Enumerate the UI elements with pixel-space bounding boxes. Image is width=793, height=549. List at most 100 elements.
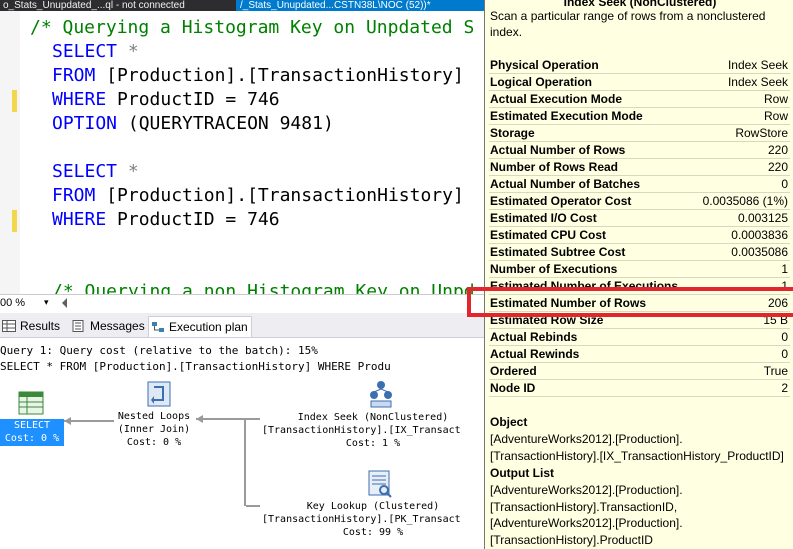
key-lookup-icon[interactable] xyxy=(367,470,393,498)
keyword-from: FROM xyxy=(52,65,96,86)
key-lookup-cost: Cost: 99 % xyxy=(342,527,404,538)
tooltip-property-row: Estimated Subtree Cost 0.0035086 xyxy=(489,244,790,261)
tab-messages[interactable]: Messages xyxy=(70,316,145,337)
code-line: OPTION (QUERYTRACEON 9481) xyxy=(52,112,334,136)
select-operator-icon[interactable] xyxy=(18,391,44,415)
keyword-select: SELECT xyxy=(52,41,118,62)
code-line: FROM [Production].[TransactionHistory] xyxy=(52,64,464,88)
star-operator: * xyxy=(127,161,139,182)
tooltip-object-value: [AdventureWorks2012].[Production].[Trans… xyxy=(490,432,784,463)
property-label: Number of Rows Read xyxy=(490,160,619,174)
output-list-line: [TransactionHistory].TransactionID, xyxy=(490,499,678,514)
tab-execution-plan[interactable]: Execution plan xyxy=(148,316,252,337)
change-marker xyxy=(12,90,17,112)
property-value: 0.0035086 xyxy=(731,245,788,259)
select-operator-label: SELECT xyxy=(13,420,51,431)
query-cost-header: Query 1: Query cost (relative to the bat… xyxy=(0,344,318,357)
nested-loops-operator[interactable]: Nested Loops (Inner Join) Cost: 0 % xyxy=(112,410,196,449)
query-editor[interactable]: /* Querying a Histogram Key on Unpdated … xyxy=(0,11,484,294)
output-list-line: [AdventureWorks2012].[Production]. xyxy=(490,516,683,530)
tooltip-property-row: Node ID 2 xyxy=(489,380,790,397)
property-label: Actual Rebinds xyxy=(490,330,578,344)
tooltip-property-row: Ordered True xyxy=(489,363,790,380)
property-label: Estimated Execution Mode xyxy=(490,109,643,123)
tooltip-property-row: Actual Execution Mode Row xyxy=(489,91,790,108)
plan-arrow xyxy=(196,415,203,423)
tooltip-property-row: Number of Rows Read 220 xyxy=(489,159,790,176)
zoom-dropdown-icon[interactable]: ▾ xyxy=(44,297,49,308)
property-label: Actual Number of Rows xyxy=(490,143,626,157)
keyword-where: WHERE xyxy=(52,89,107,110)
tooltip-property-row: Number of Executions 1 xyxy=(489,261,790,278)
property-value: True xyxy=(763,364,788,378)
where-condition: ProductID = 746 xyxy=(117,89,280,110)
keyword-select: SELECT xyxy=(52,161,118,182)
execution-plan-canvas[interactable]: Query 1: Query cost (relative to the bat… xyxy=(0,339,484,549)
tooltip-property-row: Estimated Operator Cost 0.0035086 (1%) xyxy=(489,193,790,210)
property-value: 1 xyxy=(781,262,788,276)
property-label: Number of Executions xyxy=(490,262,618,276)
nested-loops-name: Nested Loops xyxy=(117,411,191,422)
option-hint: (QUERYTRACEON 9481) xyxy=(127,113,334,134)
property-value: 220 xyxy=(767,160,788,174)
tab-execution-plan-label: Execution plan xyxy=(169,320,248,334)
nested-loops-cost: Cost: 0 % xyxy=(126,437,182,448)
tooltip-property-row: Logical Operation Index Seek xyxy=(489,74,790,91)
property-value: 0 xyxy=(781,330,788,344)
tab-results-label: Results xyxy=(20,319,61,333)
plan-arrow xyxy=(64,417,71,425)
keyword-option: OPTION xyxy=(52,113,118,134)
tooltip-property-row: Estimated Execution Mode Row xyxy=(489,108,790,125)
editor-gutter xyxy=(0,11,20,294)
property-value: 0.0003836 xyxy=(731,228,788,242)
tooltip-property-row: Actual Number of Rows 220 xyxy=(489,142,790,159)
plan-connector xyxy=(196,418,246,420)
property-label: Logical Operation xyxy=(490,75,593,89)
where-condition: ProductID = 746 xyxy=(117,209,280,230)
property-label: Estimated I/O Cost xyxy=(490,211,597,225)
property-value: Row xyxy=(763,92,788,106)
editor-status-bar: 00 % ▾ xyxy=(0,294,484,312)
tooltip-property-row: Actual Rewinds 0 xyxy=(489,346,790,363)
property-label: Actual Number of Batches xyxy=(490,177,641,191)
index-seek-icon[interactable] xyxy=(368,380,394,408)
property-label: Estimated Subtree Cost xyxy=(490,245,626,259)
scroll-left-icon[interactable] xyxy=(62,298,67,308)
plan-connector xyxy=(246,505,260,507)
index-seek-operator[interactable]: Index Seek (NonClustered) [TransactionHi… xyxy=(262,411,484,450)
table-name: [Production].[TransactionHistory] xyxy=(106,65,464,86)
execution-plan-icon xyxy=(152,322,164,332)
property-value: 0 xyxy=(781,177,788,191)
key-lookup-object: [TransactionHistory].[PK_Transact xyxy=(262,514,461,525)
select-operator[interactable]: SELECT Cost: 0 % xyxy=(0,419,64,446)
code-comment-line: /* Querying a non Histogram Key on Unpd xyxy=(52,281,475,294)
nested-loops-icon[interactable] xyxy=(147,381,171,407)
keyword-from: FROM xyxy=(52,185,96,206)
property-label: Estimated Operator Cost xyxy=(490,194,632,208)
document-tab-not-connected[interactable]: o_Stats_Unupdated_...ql - not connected xyxy=(0,0,234,11)
tab-results[interactable]: Results xyxy=(0,316,62,337)
property-label: Estimated CPU Cost xyxy=(490,228,607,242)
key-lookup-operator[interactable]: Key Lookup (Clustered) [TransactionHisto… xyxy=(262,500,484,539)
tooltip-property-row: Actual Number of Batches 0 xyxy=(489,176,790,193)
property-value: 2 xyxy=(781,381,788,395)
tooltip-property-row: Physical Operation Index Seek xyxy=(489,57,790,74)
estimated-rows-highlight xyxy=(467,287,793,317)
property-label: Physical Operation xyxy=(490,58,599,72)
select-operator-cost: Cost: 0 % xyxy=(4,433,60,444)
zoom-level[interactable]: 00 % xyxy=(0,297,25,309)
code-line: WHERE ProductID = 746 xyxy=(52,208,280,232)
grid-icon xyxy=(2,320,16,332)
property-value: 0 xyxy=(781,347,788,361)
property-value: 0.0035086 (1%) xyxy=(702,194,788,208)
code-line: FROM [Production].[TransactionHistory] xyxy=(52,184,464,208)
star-operator: * xyxy=(127,41,139,62)
tooltip-property-row: Estimated I/O Cost 0.003125 xyxy=(489,210,790,227)
tooltip-property-row: Actual Rebinds 0 xyxy=(489,329,790,346)
output-list-line: [AdventureWorks2012].[Production]. xyxy=(490,483,683,497)
output-list-line: [TransactionHistory].ProductID xyxy=(490,532,653,547)
document-tab-active[interactable]: /_Stats_Unupdated...CSTN38L\NOC (52))* xyxy=(236,0,484,11)
tooltip-property-row: Storage RowStore xyxy=(489,125,790,142)
tooltip-object-heading: Object xyxy=(490,415,528,429)
tooltip-property-row: Estimated CPU Cost 0.0003836 xyxy=(489,227,790,244)
